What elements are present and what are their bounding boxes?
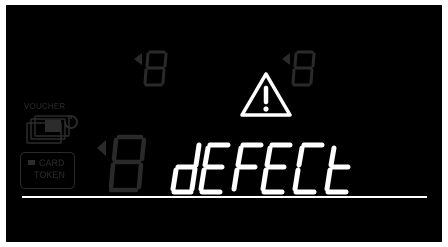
defect-message [170, 142, 351, 195]
segment-char-d [170, 142, 202, 195]
display-baseline [22, 196, 427, 198]
card-token-label: CARD TOKEN [28, 157, 65, 181]
token-label: TOKEN [34, 170, 65, 180]
segment-char-e2 [260, 142, 293, 195]
segment-char-c [292, 142, 325, 195]
card-icon [28, 160, 35, 165]
dim-digit-top-left [134, 50, 168, 87]
warning-triangle-icon [240, 72, 292, 117]
lcd-display: VOUCHER CARD TOKEN [6, 5, 442, 242]
card-label: CARD [39, 158, 65, 168]
voucher-icon [26, 115, 78, 144]
pointer-triangle-icon [134, 53, 142, 65]
pointer-triangle-icon [282, 53, 290, 65]
segment-char-f [231, 142, 264, 192]
segment-char-t [324, 145, 351, 195]
voucher-label: VOUCHER [24, 102, 66, 111]
segment-char-e [198, 142, 231, 195]
pointer-triangle-icon [97, 140, 106, 156]
dim-digit-large [97, 134, 147, 193]
